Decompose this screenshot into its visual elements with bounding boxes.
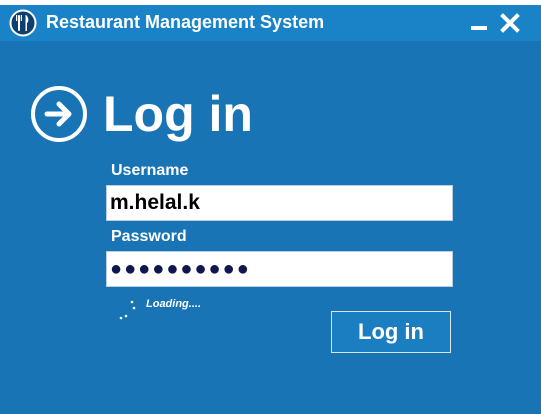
close-button[interactable] (497, 9, 523, 37)
loading-spinner-icon (118, 298, 142, 322)
username-field[interactable]: m.helal.k (106, 185, 453, 221)
restaurant-cutlery-icon (9, 9, 37, 37)
minimize-icon (471, 26, 487, 30)
username-label: Username (111, 162, 189, 179)
circle-right-arrow-icon (30, 85, 88, 143)
password-field[interactable]: ●●●●●●●●●● (106, 251, 453, 287)
password-label: Password (111, 228, 187, 245)
loading-status-text: Loading.... (146, 298, 201, 310)
minimize-button[interactable] (466, 9, 492, 37)
page-title: Log in (103, 86, 253, 142)
login-window: Restaurant Management System Log in User… (0, 5, 541, 414)
window-title: Restaurant Management System (46, 12, 325, 32)
close-icon (500, 13, 520, 33)
login-header: Log in (30, 85, 290, 145)
title-bar[interactable]: Restaurant Management System (0, 5, 541, 41)
login-button[interactable]: Log in (331, 311, 451, 353)
